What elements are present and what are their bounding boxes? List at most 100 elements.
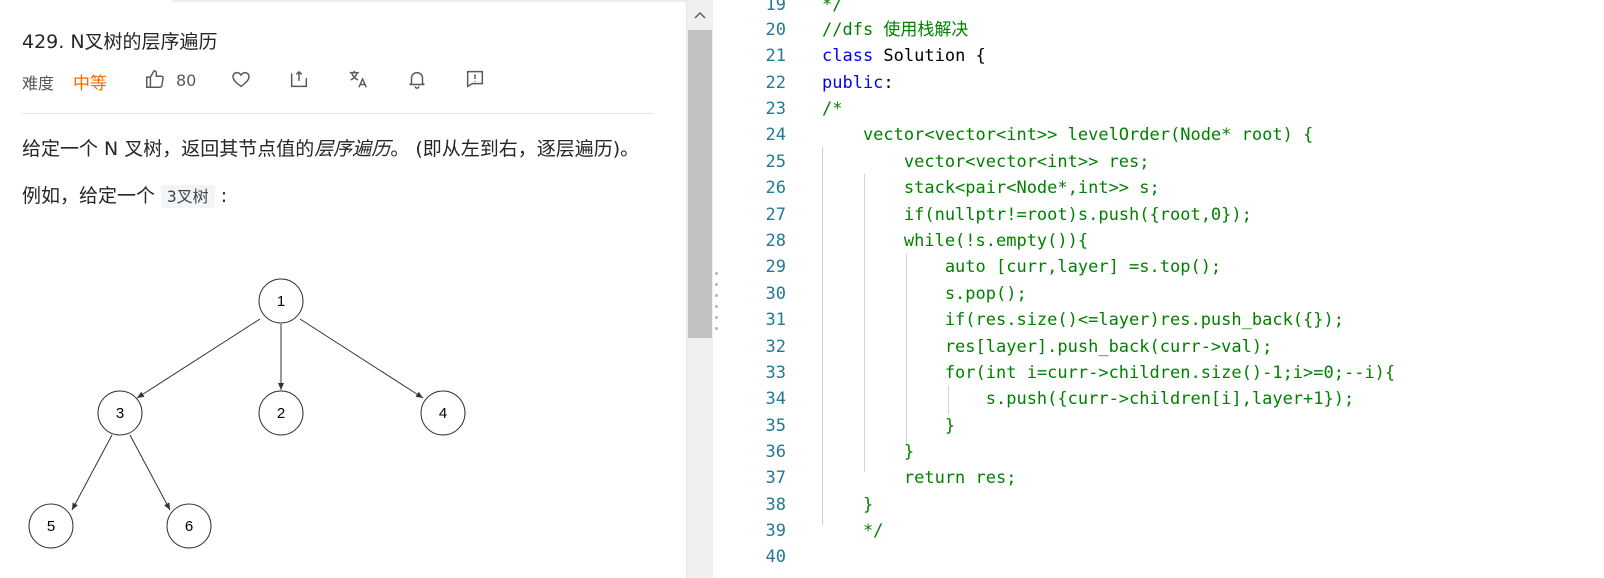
code-line: 37 return res; [730,465,1604,492]
tree-node-label: 3 [116,405,124,422]
handle-dot [715,283,718,286]
line-number: 33 [765,363,786,383]
handle-dot [715,305,718,308]
code-line: 36 } [730,439,1604,466]
handle-dot [715,327,718,330]
code-text: if(nullptr!=root)s.push({root,0}); [822,205,1252,225]
difficulty-value: 中等 [73,74,107,94]
tree-diagram: 1 3 2 4 5 6 [28,278,466,549]
tree-node-label: 4 [439,405,447,422]
example-inline-code: 3叉树 [161,185,215,208]
code-line: 31 if(res.size()<=layer)res.push_back({}… [730,307,1604,334]
line-number: 37 [765,468,786,488]
chevron-up-icon[interactable] [687,4,713,26]
handle-dot [715,294,718,297]
translate-icon[interactable] [347,68,371,92]
code-text: s.pop(); [822,284,1027,304]
example-text-before: 例如，给定一个 [22,185,162,207]
panel-top-border [172,0,686,2]
code-text: } [822,442,915,462]
code-text: res[layer].push_back(curr->val); [822,337,1273,357]
line-number: 26 [765,178,786,198]
line-number: 22 [765,73,786,93]
heart-icon[interactable] [230,68,254,92]
code-text: class Solution { [822,43,986,70]
line-number: 40 [765,547,786,567]
code-text: public: [822,70,894,97]
description-text-before: 给定一个 N 叉树，返回其节点值的 [22,138,315,160]
line-number: 24 [765,125,786,145]
code-rest: : [883,73,894,93]
feedback-icon[interactable] [464,68,488,92]
code-text: while(!s.empty()){ [822,231,1089,251]
problem-title: 429. N叉树的层序遍历 [22,31,218,53]
line-number: 34 [765,389,786,409]
code-text: s.push({curr->children[i],layer+1}); [822,389,1355,409]
code-rest: Solution { [873,46,986,66]
code-text: /* [822,99,843,119]
code-line: 24 vector<vector<int>> levelOrder(Node* … [730,122,1604,149]
line-number: 28 [765,231,786,251]
code-text: vector<vector<int>> levelOrder(Node* roo… [822,125,1314,145]
share-icon[interactable] [288,68,312,92]
code-text: */ [822,521,884,541]
code-keyword: public [822,73,884,93]
difficulty-label: 难度 [22,74,55,93]
line-number: 38 [765,495,786,515]
handle-dot [715,316,718,319]
line-number: 25 [765,152,786,172]
code-line: 34 s.push({curr->children[i],layer+1}); [730,386,1604,413]
tree-edge [136,318,261,399]
code-editor[interactable]: 19 */ 20//dfs 使用栈解决 21 class Solution { 22… [730,0,1604,578]
line-number: 35 [765,416,786,436]
line-number: 30 [765,284,786,304]
code-line: 22 public: [730,70,1604,97]
description-emphasis: 层序遍历 [314,138,391,160]
thumbs-up-icon[interactable] [144,68,168,92]
problem-description: 给定一个 N 叉树，返回其节点值的层序遍历。 (即从左到右，逐层遍历)。 [22,134,639,161]
code-line: 29 auto [curr,layer] =s.top(); [730,254,1604,281]
code-line: 26 stack<pair<Node*,int>> s; [730,175,1604,202]
code-line: 38 } [730,492,1604,519]
line-number: 36 [765,442,786,462]
example-line: 例如，给定一个 3叉树 : [22,181,227,208]
code-text: } [822,495,874,515]
vertical-scrollbar[interactable] [686,0,713,578]
code-line: 40 [730,544,1604,571]
code-text: } [822,416,956,436]
line-number: 29 [765,257,786,277]
code-line: 20 //dfs 使用栈解决 [730,17,1604,44]
line-number: 20 [765,20,786,40]
code-text: for(int i=curr->children.size()-1;i>=0;-… [822,363,1396,383]
tree-edge [71,434,113,511]
problem-panel: 429. N叉树的层序遍历 难度 中等 80 给定一个 N 叉树，返回其节点值的… [0,0,686,578]
code-text: vector<vector<int>> res; [822,152,1150,172]
code-line: 23 /* [730,96,1604,123]
code-text: return res; [822,468,1017,488]
tree-node-label: 6 [185,518,193,535]
line-number: 21 [765,46,786,66]
code-line: 21 class Solution { [730,43,1604,70]
like-count: 80 [176,71,197,90]
code-text: //dfs 使用栈解决 [822,20,969,40]
line-number: 27 [765,205,786,225]
code-line: 27 if(nullptr!=root)s.push({root,0}); [730,202,1604,229]
code-keyword: class [822,46,874,66]
code-line: 28 while(!s.empty()){ [730,228,1604,255]
line-number: 23 [765,99,786,119]
tree-edge [129,434,171,511]
code-text: if(res.size()<=layer)res.push_back({}); [822,310,1344,330]
code-text: auto [curr,layer] =s.top(); [822,257,1222,277]
line-number: 32 [765,337,786,357]
bell-icon[interactable] [406,68,430,92]
code-line: 32 res[layer].push_back(curr->val); [730,334,1604,361]
tree-node-label: 5 [47,518,55,535]
scrollbar-thumb[interactable] [688,30,712,338]
code-line: 25 vector<vector<int>> res; [730,149,1604,176]
split-pane-handle[interactable] [715,272,719,342]
divider [22,113,654,114]
code-line: 33 for(int i=curr->children.size()-1;i>=… [730,360,1604,387]
code-line: 39 */ [730,518,1604,545]
example-text-after: : [214,185,228,207]
tree-node-label: 1 [277,293,285,310]
